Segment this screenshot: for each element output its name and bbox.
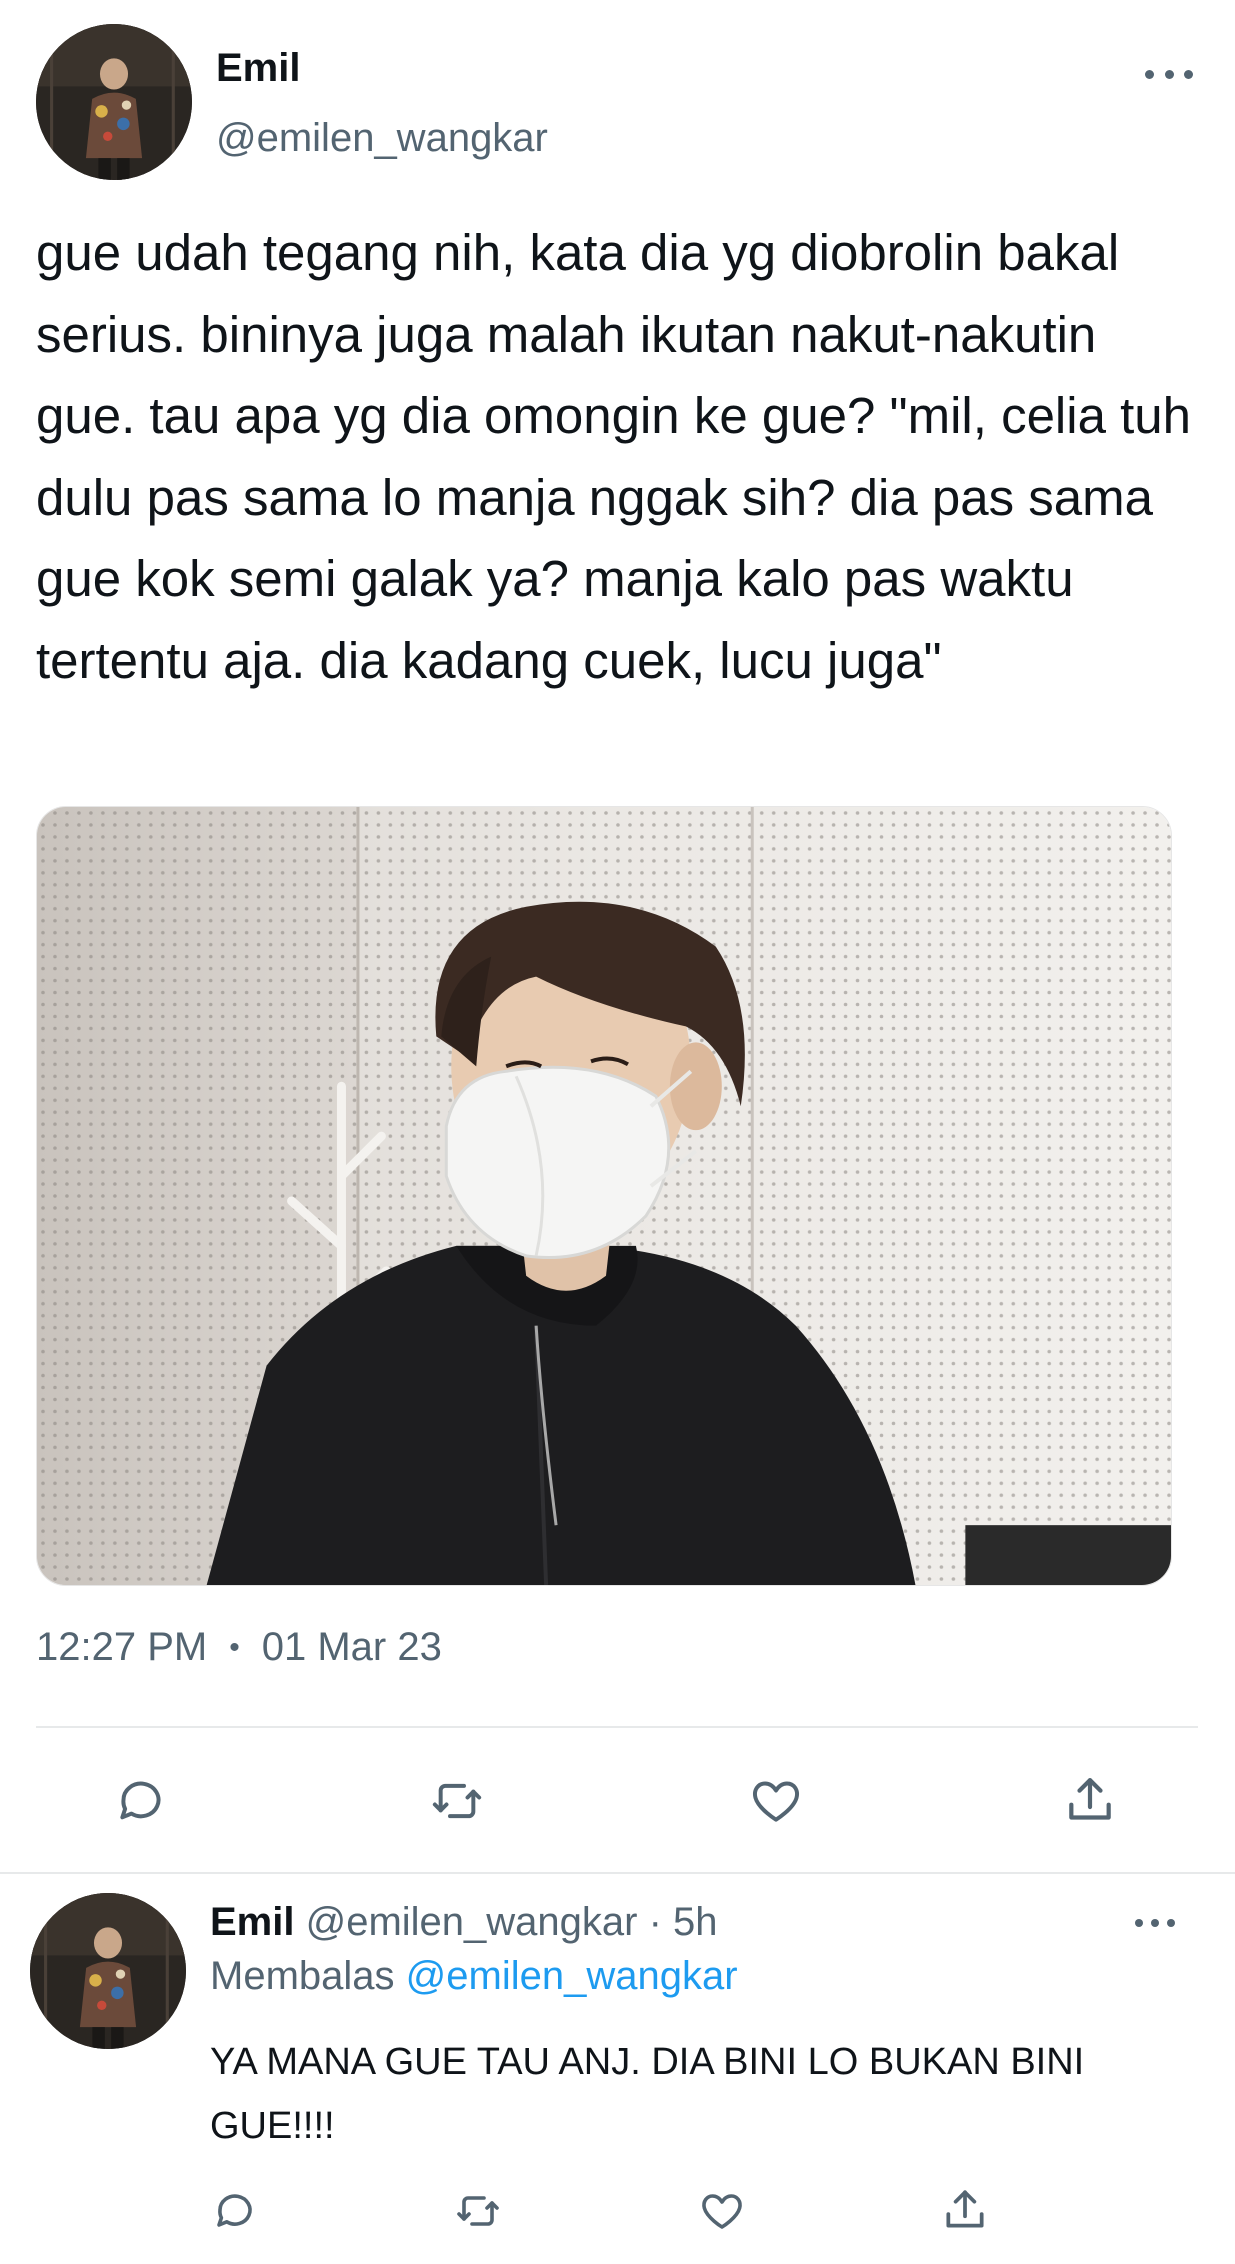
avatar[interactable] <box>36 24 192 180</box>
share-upload-icon[interactable] <box>940 2184 990 2236</box>
replying-label: Membalas <box>210 1954 395 1998</box>
tweet-date: 01 Mar 23 <box>261 1625 442 1669</box>
more-icon[interactable] <box>1145 56 1193 92</box>
share-upload-icon[interactable] <box>1062 1770 1118 1830</box>
heart-icon[interactable] <box>696 2187 748 2235</box>
tweet-photo[interactable] <box>36 806 1172 1586</box>
section-divider <box>0 1872 1235 1874</box>
reply-text: YA MANA GUE TAU ANJ. DIA BINI LO BUKAN B… <box>210 2041 1085 2147</box>
author-name[interactable]: Emil <box>216 46 300 91</box>
tweet-timestamp[interactable]: 12:27 PM • 01 Mar 23 <box>36 1625 442 1670</box>
reply-age: · 5h <box>648 1900 718 1944</box>
tweet-text: gue udah tegang nih, kata dia yg diobrol… <box>36 224 1206 689</box>
reply-bubble-icon[interactable] <box>112 1773 170 1829</box>
meta-separator: • <box>229 1630 240 1664</box>
retweet-icon[interactable] <box>450 2187 506 2235</box>
reply-author-name[interactable]: Emil <box>210 1900 294 1944</box>
tweet-time: 12:27 PM <box>36 1625 208 1669</box>
replying-mention[interactable]: @emilen_wangkar <box>406 1954 738 1998</box>
reply-more-icon[interactable] <box>1135 1908 1175 1938</box>
reply-header: Emil @emilen_wangkar · 5h <box>210 1900 718 1945</box>
reply-bubble-icon[interactable] <box>210 2187 260 2235</box>
author-handle[interactable]: @emilen_wangkar <box>216 116 548 161</box>
reply-author-handle[interactable]: @emilen_wangkar <box>306 1900 638 1944</box>
reply-avatar[interactable] <box>30 1893 186 2049</box>
divider <box>36 1726 1198 1728</box>
retweet-icon[interactable] <box>424 1773 490 1829</box>
replying-to: Membalas @emilen_wangkar <box>210 1954 738 1999</box>
heart-icon[interactable] <box>746 1773 806 1829</box>
